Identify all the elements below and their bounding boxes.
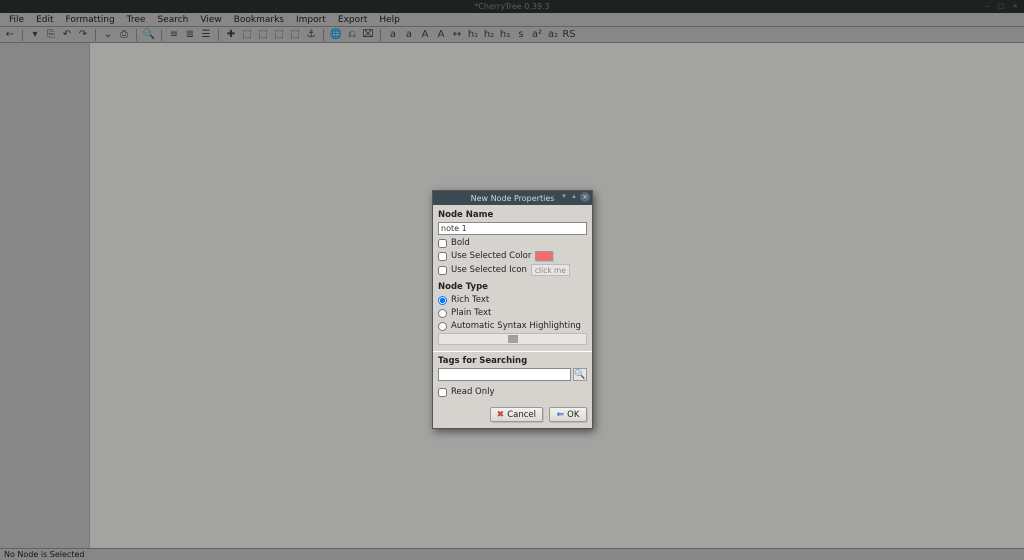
cancel-button[interactable]: ✖ Cancel: [490, 407, 543, 422]
read-only-checkbox[interactable]: [438, 388, 447, 397]
cancel-icon: ✖: [497, 410, 505, 420]
ok-icon: ⇐: [557, 410, 565, 420]
node-name-label: Node Name: [438, 210, 587, 220]
new-node-dialog: New Node Properties ▾ ▴ × Node Name Bold…: [432, 190, 593, 429]
read-only-label: Read Only: [451, 387, 495, 397]
dialog-minimize-icon[interactable]: ▾: [560, 192, 568, 200]
rich-text-label: Rich Text: [451, 295, 489, 305]
syntax-language-select[interactable]: [438, 333, 587, 345]
ok-button[interactable]: ⇐ OK: [549, 407, 587, 422]
use-icon-label: Use Selected Icon: [451, 265, 527, 275]
use-color-checkbox[interactable]: [438, 252, 447, 261]
dialog-close-icon[interactable]: ×: [580, 192, 590, 202]
dialog-title-text: New Node Properties: [471, 194, 555, 203]
divider: [433, 351, 592, 352]
search-icon: 🔍: [574, 370, 585, 380]
plain-text-radio[interactable]: [438, 309, 447, 318]
auto-syntax-label: Automatic Syntax Highlighting: [451, 321, 581, 331]
rich-text-radio[interactable]: [438, 296, 447, 305]
dialog-titlebar[interactable]: New Node Properties ▾ ▴ ×: [433, 191, 592, 205]
node-type-label: Node Type: [438, 282, 587, 292]
icon-picker-button[interactable]: click me: [531, 264, 570, 276]
bold-label: Bold: [451, 238, 470, 248]
tags-input[interactable]: [438, 368, 571, 381]
plain-text-label: Plain Text: [451, 308, 491, 318]
dialog-maximize-icon[interactable]: ▴: [570, 192, 578, 200]
use-icon-checkbox[interactable]: [438, 266, 447, 275]
auto-syntax-radio[interactable]: [438, 322, 447, 331]
cancel-button-label: Cancel: [507, 410, 536, 420]
color-swatch[interactable]: [535, 251, 553, 261]
tags-search-button[interactable]: 🔍: [573, 368, 587, 381]
bold-checkbox[interactable]: [438, 239, 447, 248]
tags-label: Tags for Searching: [438, 356, 587, 366]
node-name-input[interactable]: [438, 222, 587, 235]
ok-button-label: OK: [567, 410, 579, 420]
use-color-label: Use Selected Color: [451, 251, 531, 261]
